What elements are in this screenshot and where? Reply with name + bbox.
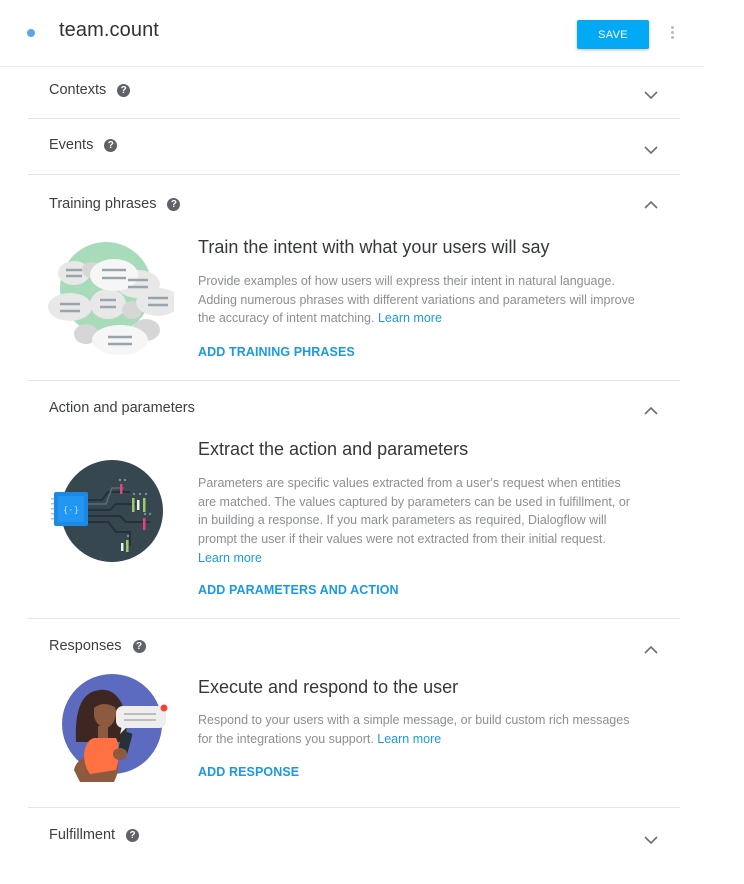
person-with-phone-illustration [56,670,172,787]
section-header-action-and-parameters[interactable]: Action and parameters [49,400,195,416]
section-label: Training phrases [49,196,157,212]
circuit-chip-illustration: {·} [50,460,166,569]
help-icon[interactable]: ? [132,639,146,653]
responses-description: Respond to your users with a simple mess… [198,713,630,746]
divider [28,174,680,175]
section-label: Action and parameters [49,400,195,416]
section-header-responses[interactable]: Responses ? [49,638,146,654]
svg-text:{·}: {·} [63,506,79,516]
chevron-down-icon[interactable] [643,145,659,155]
divider [28,618,680,619]
add-training-phrases-button[interactable]: ADD TRAINING PHRASES [198,345,355,359]
add-parameters-and-action-button[interactable]: ADD PARAMETERS AND ACTION [198,583,399,597]
help-icon[interactable]: ? [126,828,140,842]
section-header-fulfillment[interactable]: Fulfillment ? [49,827,140,843]
section-header-contexts[interactable]: Contexts ? [49,82,131,98]
save-button[interactable]: SAVE [577,20,649,49]
help-icon[interactable]: ? [117,83,131,97]
action-description: Parameters are specific values extracted… [198,476,630,565]
add-response-button[interactable]: ADD RESPONSE [198,765,299,779]
section-label: Events [49,137,94,153]
section-label: Contexts [49,82,107,98]
intent-status-dot [27,29,35,37]
intent-header: team.count SAVE [0,0,704,67]
intent-name[interactable]: team.count [59,19,159,42]
section-label: Fulfillment [49,827,116,843]
help-icon[interactable]: ? [104,138,118,152]
help-icon[interactable]: ? [167,197,181,211]
learn-more-link[interactable]: Learn more [198,551,262,565]
learn-more-link[interactable]: Learn more [377,732,441,746]
more-options-icon[interactable] [664,24,680,44]
section-label: Responses [49,638,122,654]
divider [28,380,680,381]
chevron-up-icon[interactable] [643,200,659,210]
responses-title: Execute and respond to the user [198,677,459,697]
learn-more-link[interactable]: Learn more [378,311,442,325]
chat-bubbles-illustration [48,240,180,361]
section-header-events[interactable]: Events ? [49,137,118,153]
action-title: Extract the action and parameters [198,439,469,459]
chevron-down-icon[interactable] [643,835,659,845]
chevron-down-icon[interactable] [643,90,659,100]
chevron-up-icon[interactable] [643,406,659,416]
training-description: Provide examples of how users will expre… [198,274,635,326]
divider [28,118,680,119]
divider [28,807,680,808]
section-header-training-phrases[interactable]: Training phrases ? [49,196,181,212]
chevron-up-icon[interactable] [643,645,659,655]
training-title: Train the intent with what your users wi… [198,237,550,257]
